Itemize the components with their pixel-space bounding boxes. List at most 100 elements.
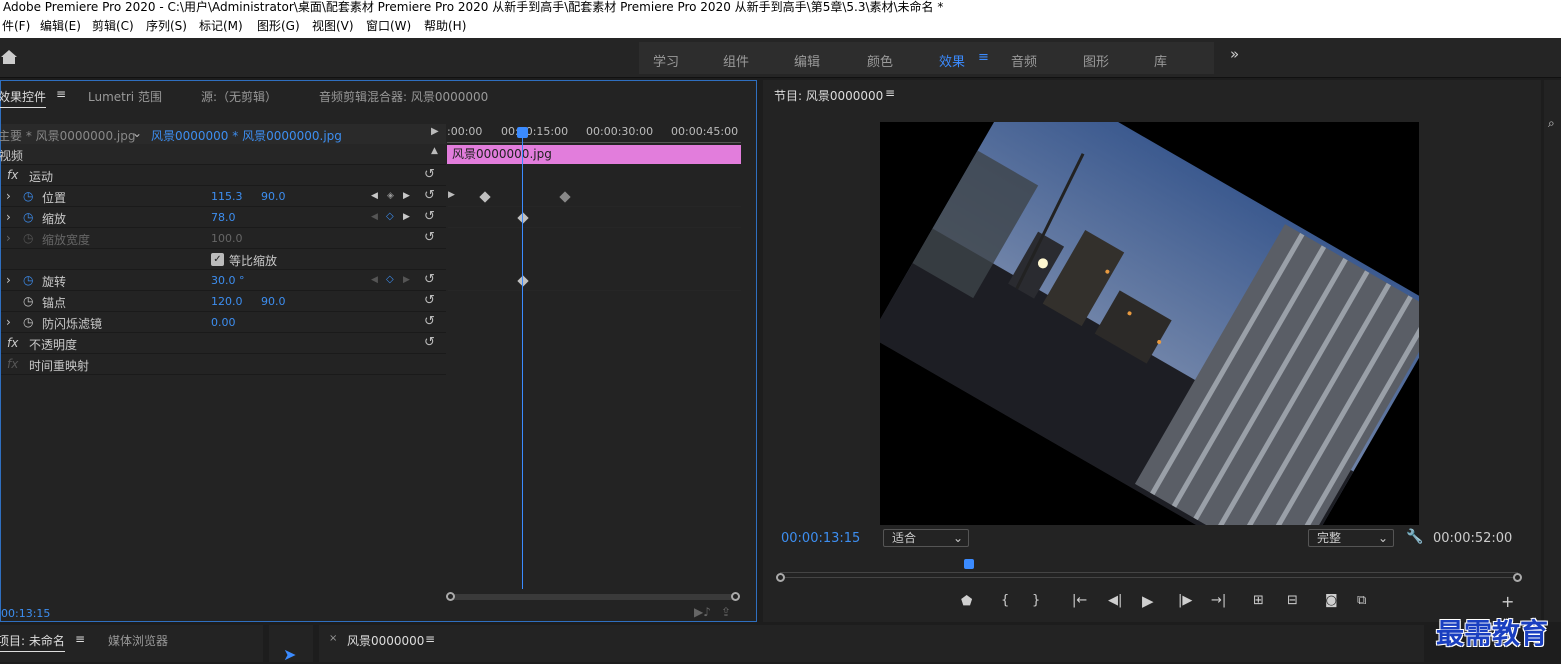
workspace-audio[interactable]: 音频 [1011, 51, 1037, 70]
step-forward-icon[interactable]: |▶ [1178, 593, 1192, 608]
menu-window[interactable]: 窗口(W) [366, 17, 411, 36]
extract-icon[interactable]: ⊟ [1287, 593, 1298, 608]
motion-row[interactable]: fx 运动 ↺ [1, 165, 446, 186]
scroll-handle-right[interactable] [731, 592, 740, 601]
next-keyframe-icon[interactable]: ▶ [403, 212, 410, 222]
keyframe[interactable] [559, 191, 571, 203]
workspace-learn[interactable]: 学习 [653, 51, 679, 70]
workspace-libraries[interactable]: 库 [1154, 51, 1167, 70]
search-icon[interactable]: ⌕ [1548, 116, 1555, 131]
scale-row[interactable]: › ◷ 缩放 78.0 ◀ ◇ ▶ ↺ [1, 207, 446, 228]
export-icon[interactable]: ⇪ [721, 605, 731, 619]
video-frame[interactable] [880, 122, 1419, 525]
chevron-right-icon[interactable]: › [6, 189, 11, 203]
anchor-y-value[interactable]: 90.0 [261, 295, 286, 308]
time-remap-row[interactable]: fx 时间重映射 [1, 354, 446, 375]
panel-menu-icon[interactable]: ≡ [75, 632, 85, 646]
next-keyframe-icon[interactable]: ▶ [403, 191, 410, 201]
chevron-right-icon[interactable]: › [6, 315, 11, 329]
more-workspaces-icon[interactable]: » [1230, 45, 1239, 63]
ec-timecode[interactable]: 00:13:15 [1, 607, 50, 620]
tab-sequence[interactable]: 风景0000000 [347, 632, 424, 649]
close-icon[interactable]: × [329, 633, 337, 644]
uniform-scale-checkbox[interactable]: ✓ [211, 253, 224, 266]
playhead-timecode[interactable]: 00:00:13:15 [781, 531, 860, 546]
position-x-value[interactable]: 115.3 [211, 190, 243, 203]
chevron-right-icon[interactable]: › [6, 210, 11, 224]
position-y-value[interactable]: 90.0 [261, 190, 286, 203]
stopwatch-icon[interactable]: ◷ [23, 315, 33, 329]
stopwatch-icon[interactable]: ◷ [23, 189, 33, 203]
next-keyframe-icon[interactable]: ▶ [403, 275, 410, 285]
menu-edit[interactable]: 编辑(E) [40, 17, 81, 36]
quality-dropdown[interactable]: 完整 ⌄ [1308, 529, 1394, 547]
workspace-effects[interactable]: 效果 [939, 51, 965, 70]
go-to-out-icon[interactable]: →| [1211, 593, 1226, 608]
panel-menu-icon[interactable]: ≡ [425, 632, 435, 646]
workspace-assembly[interactable]: 组件 [723, 51, 749, 70]
reset-icon[interactable]: ↺ [424, 167, 435, 182]
prev-keyframe-icon[interactable]: ◀ [371, 191, 378, 201]
ec-zoom-scrollbar[interactable] [446, 592, 740, 601]
camera-icon[interactable]: ◙ [1325, 593, 1338, 608]
reset-icon[interactable]: ↺ [424, 335, 435, 350]
scale-value[interactable]: 78.0 [211, 211, 236, 224]
tab-effect-controls[interactable]: 效果控件 [0, 88, 47, 108]
play-clip-icon[interactable]: ▶ [431, 126, 439, 137]
wrench-icon[interactable]: 🔧 [1406, 529, 1423, 545]
reset-icon[interactable]: ↺ [424, 188, 435, 203]
fx-icon[interactable]: fx [7, 336, 18, 350]
keyframe[interactable] [517, 212, 529, 224]
menu-file[interactable]: 件(F) [2, 17, 30, 36]
keyframe[interactable] [479, 191, 491, 203]
play-icon[interactable]: ▶ [1142, 592, 1154, 610]
anchor-row[interactable]: ◷ 锚点 120.0 90.0 ↺ [1, 291, 446, 312]
comparison-view-icon[interactable]: ⧉ [1357, 593, 1366, 608]
menu-view[interactable]: 视图(V) [312, 17, 354, 36]
ec-time-ruler[interactable]: :00:00 00:00:15:00 00:00:30:00 00:00:45:… [447, 121, 741, 143]
stopwatch-icon[interactable]: ◷ [23, 210, 33, 224]
menu-graphics[interactable]: 图形(G) [257, 17, 300, 36]
menu-help[interactable]: 帮助(H) [424, 17, 466, 36]
monitor-playhead[interactable] [964, 559, 974, 569]
tab-project[interactable]: 项目: 未命名 [0, 632, 65, 652]
tab-lumetri-scopes[interactable]: Lumetri 范围 [88, 88, 162, 105]
menu-sequence[interactable]: 序列(S) [146, 17, 187, 36]
add-button-icon[interactable]: + [1501, 592, 1514, 611]
workspace-editing[interactable]: 编辑 [794, 51, 820, 70]
mark-in-icon[interactable]: { [1001, 593, 1009, 608]
selection-tool-icon[interactable]: ➤ [283, 645, 296, 664]
keyframe[interactable] [517, 275, 529, 287]
add-keyframe-icon[interactable]: ◈ [387, 191, 394, 201]
scroll-handle-left[interactable] [446, 592, 455, 601]
anti-flicker-row[interactable]: › ◷ 防闪烁滤镜 0.00 ↺ [1, 312, 446, 333]
rotation-row[interactable]: › ◷ 旋转 30.0 ° ◀ ◇ ▶ ↺ [1, 270, 446, 291]
go-to-in-icon[interactable]: |← [1072, 593, 1087, 608]
prev-keyframe-icon[interactable]: ◀ [371, 275, 378, 285]
fit-dropdown[interactable]: 适合 ⌄ [883, 529, 969, 547]
tab-media-browser[interactable]: 媒体浏览器 [108, 632, 168, 649]
monitor-zoom-track[interactable] [776, 573, 1522, 582]
anchor-x-value[interactable]: 120.0 [211, 295, 243, 308]
add-keyframe-icon[interactable]: ◇ [386, 274, 394, 285]
audio-scrub-icon[interactable]: ▶♪ [694, 605, 711, 619]
workspace-graphics[interactable]: 图形 [1083, 51, 1109, 70]
tab-source[interactable]: 源:（无剪辑） [201, 88, 277, 105]
collapse-icon[interactable]: ▲ [431, 146, 438, 156]
reset-icon[interactable]: ↺ [424, 209, 435, 224]
rotation-value[interactable]: 30.0 ° [211, 274, 245, 287]
master-clip-label[interactable]: 主要 * 风景0000000.jpg [0, 127, 135, 144]
home-icon[interactable] [0, 49, 18, 65]
position-row[interactable]: › ◷ 位置 115.3 90.0 ◀ ◈ ▶ ↺ [1, 186, 446, 207]
mark-out-icon[interactable]: } [1032, 593, 1040, 608]
sequence-clip-label[interactable]: 风景0000000 * 风景0000000.jpg [151, 127, 342, 144]
stopwatch-icon[interactable]: ◷ [23, 294, 33, 308]
reset-icon[interactable]: ↺ [424, 293, 435, 308]
lift-icon[interactable]: ⊞ [1253, 593, 1264, 608]
prev-keyframe-icon[interactable]: ◀ [371, 212, 378, 222]
tab-audio-mixer[interactable]: 音频剪辑混合器: 风景0000000 [319, 88, 488, 105]
chevron-right-icon[interactable]: › [6, 231, 11, 245]
workspace-color[interactable]: 颜色 [867, 51, 893, 70]
chevron-right-icon[interactable]: › [6, 273, 11, 287]
menu-marker[interactable]: 标记(M) [199, 17, 243, 36]
